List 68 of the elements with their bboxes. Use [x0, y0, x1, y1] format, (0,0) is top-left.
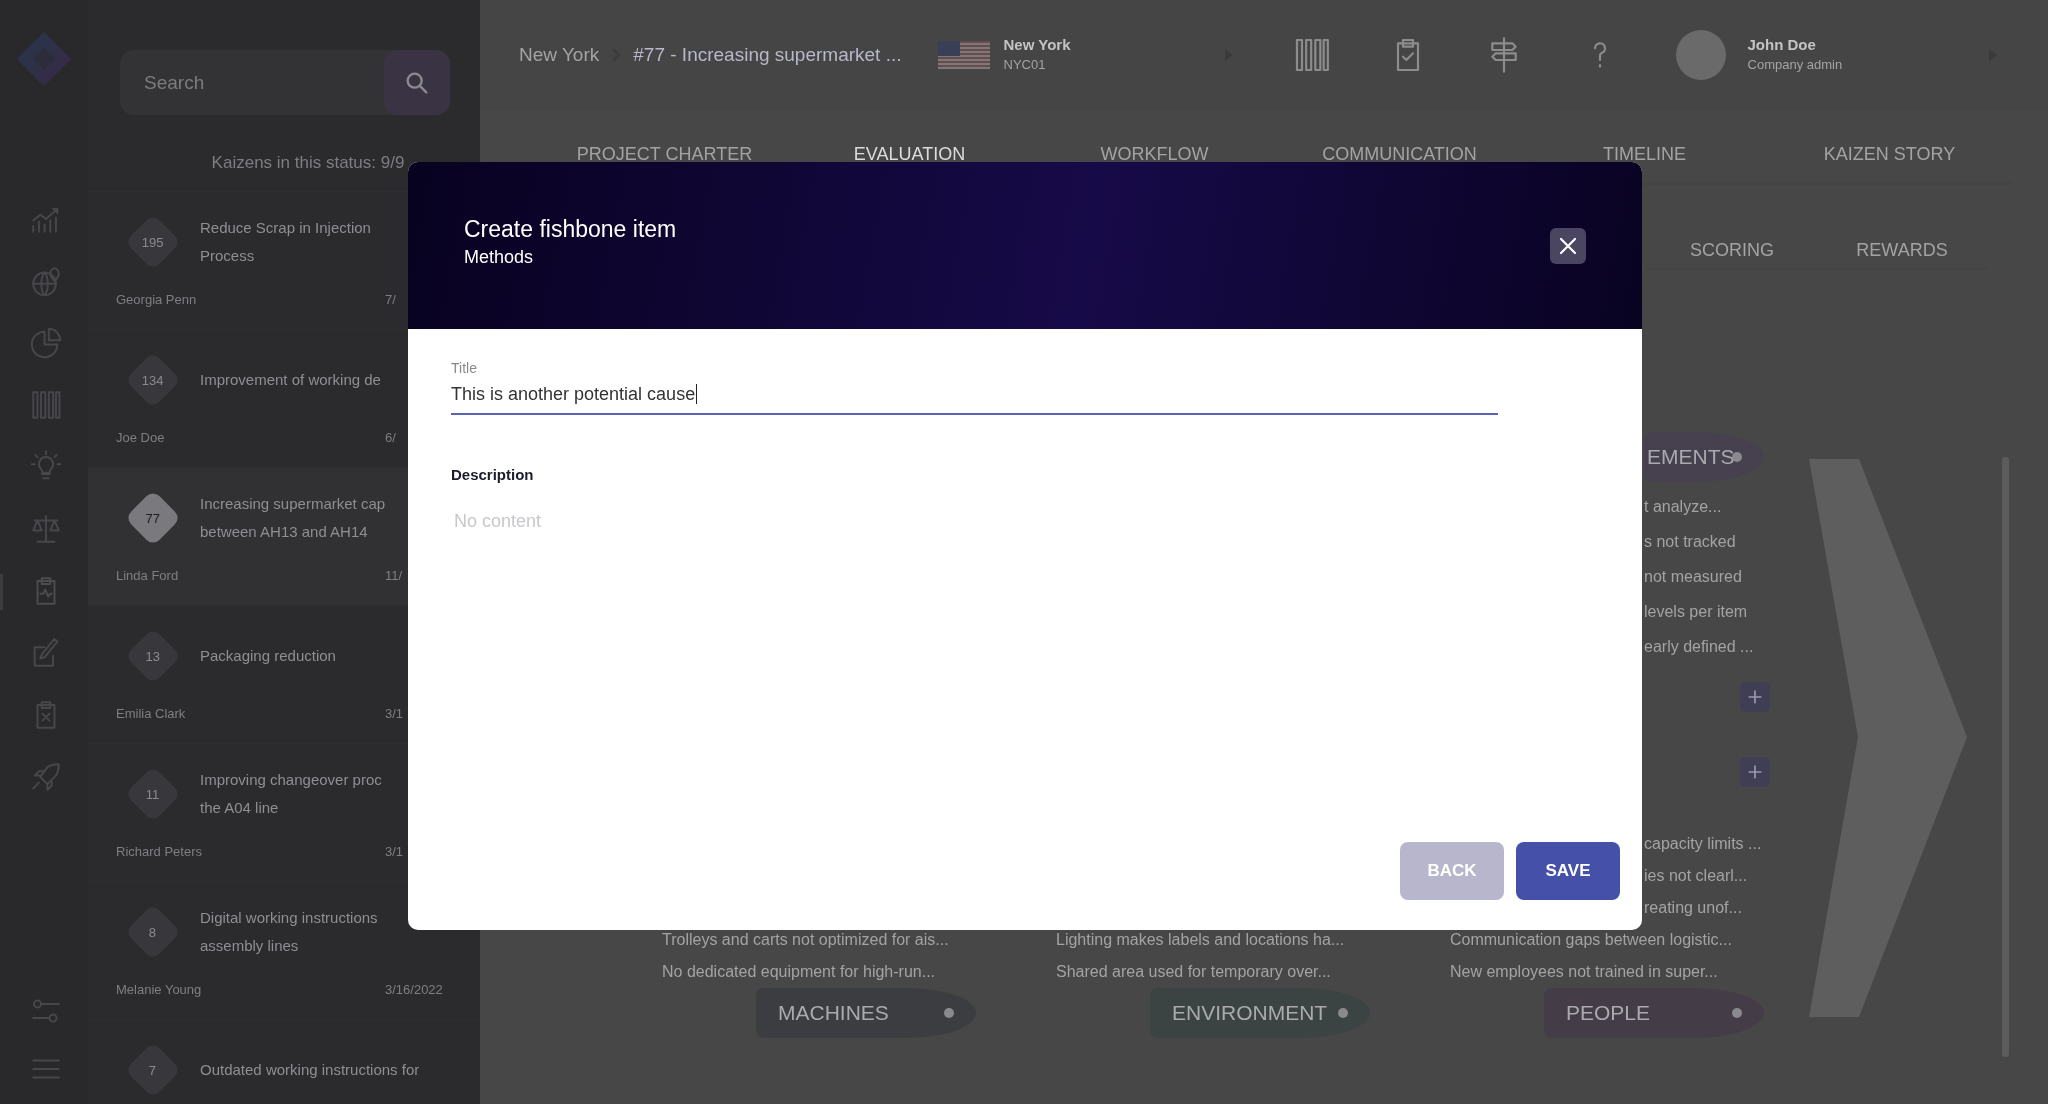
date-text: 3/1 [385, 705, 404, 723]
tab[interactable]: KAIZEN STORY [1767, 110, 2012, 182]
owner-name: Joe Doe [116, 429, 166, 447]
tab[interactable]: REWARDS [1817, 237, 1987, 267]
owner-name: Georgia Penn [116, 291, 198, 309]
site-code: NYC01 [1003, 56, 1047, 74]
cause-text: Trolleys and carts not optimized for ais... [662, 930, 949, 950]
kaizen-title: Improvement of working de [200, 370, 381, 390]
cause-text: levels per item [1644, 602, 1748, 622]
tab[interactable]: PROJECT CHARTER [542, 110, 787, 182]
app-logo[interactable] [15, 30, 73, 88]
cause-text: New employees not trained in super... [1450, 962, 1718, 982]
kaizen-title: between AH13 and AH14 [200, 522, 368, 542]
owner-name: Melanie Young [116, 981, 203, 999]
site-name[interactable]: New York [1003, 35, 1224, 55]
date-text: 3/1 [385, 843, 404, 861]
cause-text: reating unof... [1644, 898, 1742, 918]
cause-text: ies not clearl... [1644, 866, 1748, 886]
cause-text: s not tracked [1644, 532, 1736, 552]
field-label: Title [451, 359, 478, 377]
date-text: 6/ [385, 429, 396, 447]
owner-name: Linda Ford [116, 567, 180, 585]
owner-name: Richard Peters [116, 843, 203, 861]
category-label: EMENTS [1644, 432, 1764, 482]
tab[interactable]: SCORING [1647, 237, 1817, 267]
kaizen-item[interactable]: 7 Outdated working instructions for [88, 1020, 480, 1104]
breadcrumb-link[interactable]: New York [519, 44, 600, 66]
date-text: 11/ [385, 567, 403, 585]
breadcrumb-current: #77 - Increasing supermarket ... [633, 44, 902, 66]
cause-text: Lighting makes labels and locations ha... [1056, 930, 1345, 950]
kaizen-title: Reduce Scrap in Injection [200, 218, 371, 238]
kaizen-title: the A04 line [200, 798, 279, 818]
kaizen-title: Outdated working instructions for [200, 1060, 420, 1080]
title-field[interactable]: This is another potential cause [451, 377, 1498, 415]
cause-text: t analyze... [1644, 497, 1722, 517]
kaizen-title: assembly lines [200, 936, 299, 956]
add-button[interactable] [1740, 757, 1770, 787]
owner-name: Emilia Clark [116, 705, 187, 723]
tab[interactable]: WORKFLOW [1032, 110, 1277, 182]
status-count: Kaizens in this status: 9/9 [210, 152, 406, 174]
tab[interactable]: TIMELINE [1522, 110, 1767, 182]
date-text: 7/ [385, 291, 396, 309]
cause-text: Shared area used for temporary over... [1056, 962, 1331, 982]
add-button[interactable] [1740, 682, 1770, 712]
date-text: 3/16/2022 [385, 981, 443, 999]
kaizen-title: Process [200, 246, 255, 266]
user-name: John Doe [1747, 35, 1817, 55]
kaizen-title: Packaging reduction [200, 646, 336, 666]
tab[interactable]: EVALUATION [787, 110, 1032, 182]
close-button[interactable] [1550, 227, 1586, 264]
kaizen-title: Digital working instructions [200, 908, 378, 928]
cause-text: Communication gaps between logistic... [1450, 930, 1732, 950]
category-label: MACHINES [756, 988, 976, 1038]
kaizen-title: Increasing supermarket cap [200, 494, 386, 514]
user-role: Company admin [1747, 56, 1844, 74]
save-button[interactable]: SAVE [1516, 842, 1620, 900]
cause-text: capacity limits ... [1644, 834, 1762, 854]
flag-icon [937, 41, 990, 69]
tab[interactable]: COMMUNICATION [1277, 110, 1522, 182]
category-label: ENVIRONMENT [1150, 988, 1370, 1038]
cause-text: not measured [1644, 567, 1742, 587]
category-label: PEOPLE [1544, 988, 1764, 1038]
cause-text: No dedicated equipment for high-run... [662, 962, 936, 982]
avatar[interactable] [1675, 30, 1726, 80]
pie-chart-icon [28, 326, 63, 360]
kaizen-title: Improving changeover proc [200, 770, 382, 790]
search-button[interactable] [384, 50, 450, 115]
cause-text: early defined ... [1644, 637, 1754, 657]
